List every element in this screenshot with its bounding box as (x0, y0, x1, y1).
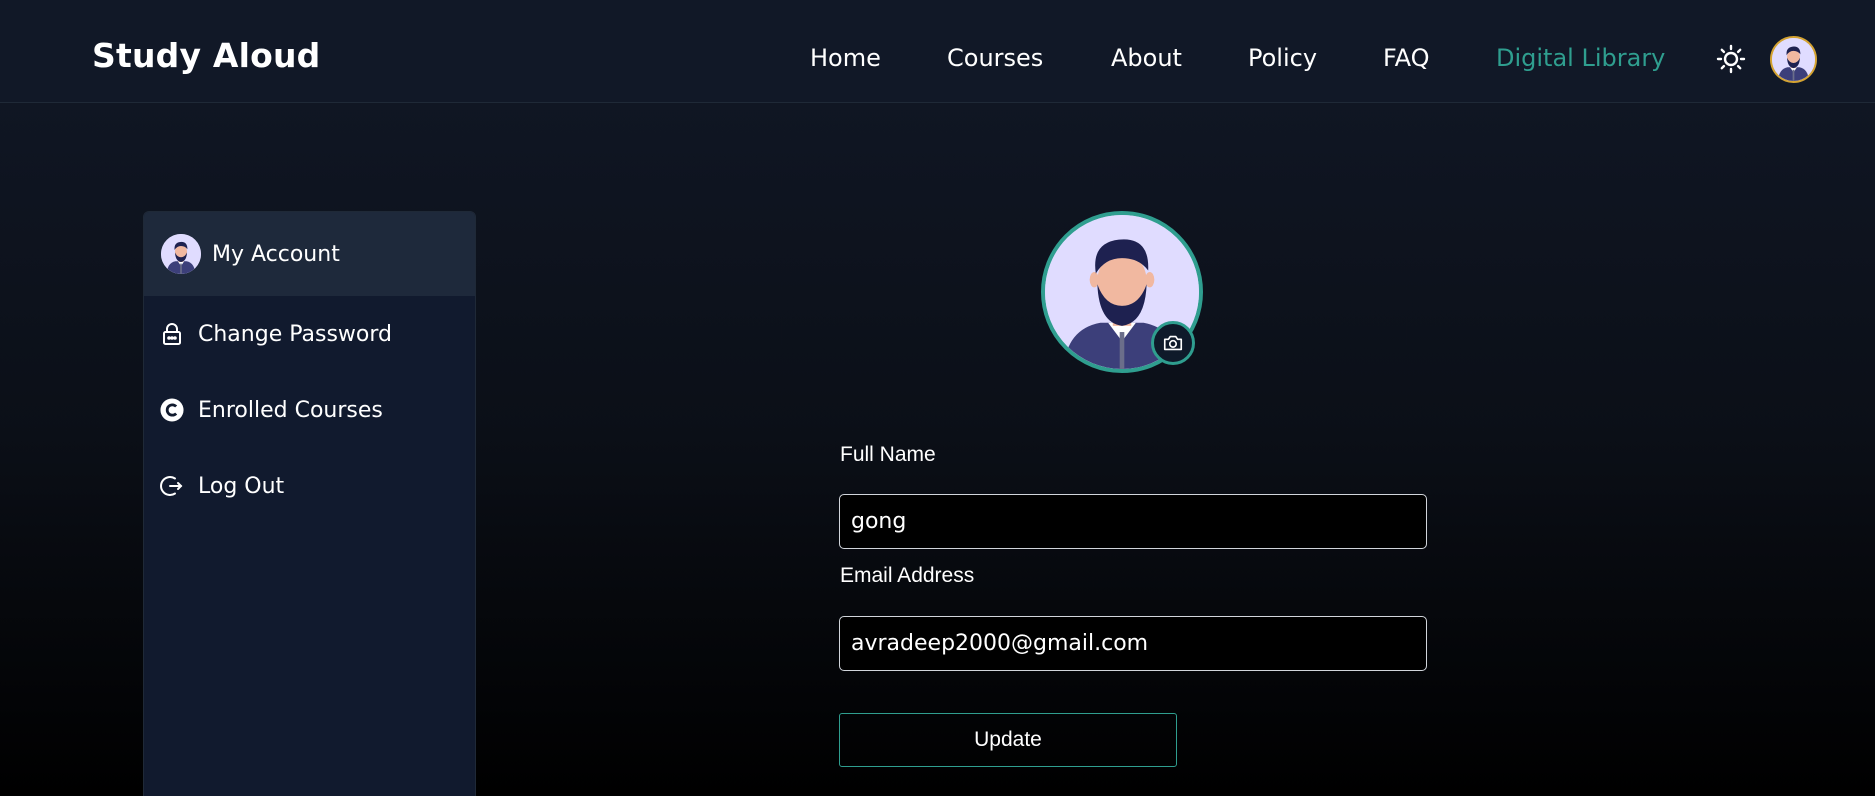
full-name-input[interactable] (839, 494, 1427, 549)
sidebar-item-my-account[interactable]: My Account (144, 212, 475, 296)
sidebar-item-enrolled-courses[interactable]: Enrolled Courses (144, 372, 475, 448)
profile-photo-section (1041, 211, 1203, 373)
camera-icon (1163, 335, 1183, 351)
full-name-label: Full Name (840, 443, 936, 466)
update-button[interactable]: Update (839, 713, 1177, 767)
sun-icon (1716, 44, 1746, 74)
lock-icon (160, 322, 184, 346)
nav-link-courses[interactable]: Courses (947, 44, 1043, 72)
sidebar-item-change-password[interactable]: Change Password (144, 296, 475, 372)
sidebar-item-label: Change Password (198, 321, 392, 347)
change-photo-button[interactable] (1151, 321, 1195, 365)
sidebar-item-log-out[interactable]: Log Out (144, 448, 475, 524)
sidebar-item-label: My Account (212, 241, 340, 267)
user-avatar-icon (1772, 38, 1815, 81)
logout-icon (160, 474, 184, 498)
account-sidebar: My Account Change Password Enrolled Cour… (143, 211, 476, 796)
nav-links: Home Courses About Policy FAQ Digital Li… (0, 44, 1875, 76)
sidebar-item-label: Log Out (198, 473, 285, 499)
user-avatar-button[interactable] (1770, 36, 1817, 83)
nav-link-policy[interactable]: Policy (1248, 44, 1317, 72)
email-label: Email Address (840, 564, 975, 587)
sidebar-item-label: Enrolled Courses (198, 397, 383, 423)
theme-toggle-button[interactable] (1716, 44, 1746, 74)
nav-link-digital-library[interactable]: Digital Library (1496, 44, 1665, 72)
copyright-icon (160, 398, 184, 422)
top-navbar: Study Aloud Home Courses About Policy FA… (0, 0, 1875, 103)
nav-link-home[interactable]: Home (810, 44, 881, 72)
nav-link-about[interactable]: About (1111, 44, 1182, 72)
avatar-icon (161, 234, 201, 274)
email-input[interactable] (839, 616, 1427, 671)
nav-link-faq[interactable]: FAQ (1383, 44, 1430, 72)
